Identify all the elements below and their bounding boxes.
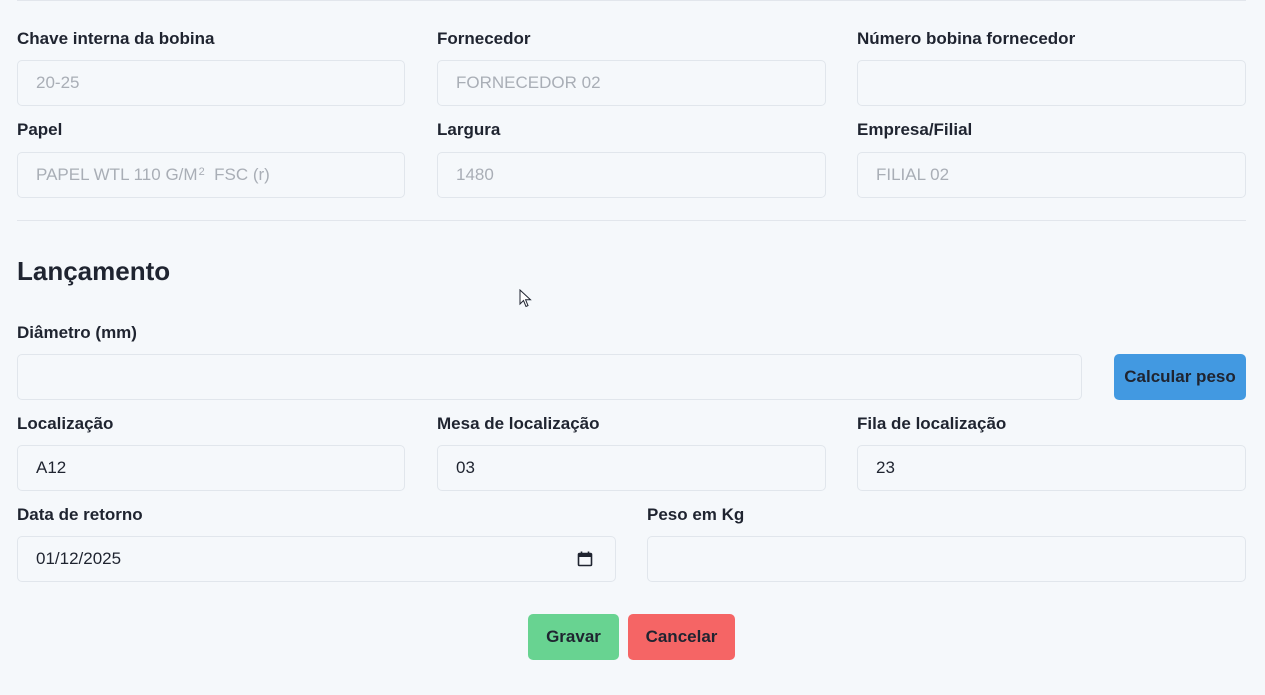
papel-label: Papel xyxy=(17,120,63,139)
diametro-input[interactable] xyxy=(17,354,1082,400)
numero-bobina-label: Número bobina fornecedor xyxy=(857,29,1076,48)
fornecedor-label: Fornecedor xyxy=(437,29,531,48)
localizacao-label: Localização xyxy=(17,414,114,433)
data-retorno-value: 01/12/2025 xyxy=(36,549,122,568)
diametro-label: Diâmetro (mm) xyxy=(17,323,137,342)
empresa-filial-field: FILIAL 02 xyxy=(857,152,1246,198)
largura-value: 1480 xyxy=(456,165,494,184)
data-retorno-input[interactable]: 01/12/2025 xyxy=(17,536,616,582)
lancamento-title: Lançamento xyxy=(17,256,171,286)
papel-value-suffix: FSC (r) xyxy=(204,165,270,184)
localizacao-value: A12 xyxy=(36,458,67,477)
mesa-input[interactable]: 03 xyxy=(437,445,826,491)
empresa-filial-label: Empresa/Filial xyxy=(857,120,973,139)
papel-value: PAPEL WTL 110 G/M xyxy=(36,165,198,184)
peso-input[interactable] xyxy=(647,536,1246,582)
calcular-peso-button[interactable]: Calcular peso xyxy=(1114,354,1246,400)
fila-label: Fila de localização xyxy=(857,414,1007,433)
peso-label: Peso em Kg xyxy=(647,505,745,524)
localizacao-input[interactable]: A12 xyxy=(17,445,405,491)
gravar-button[interactable]: Gravar xyxy=(528,614,619,660)
data-retorno-label: Data de retorno xyxy=(17,505,143,524)
fornecedor-value: FORNECEDOR 02 xyxy=(456,73,601,92)
empresa-filial-value: FILIAL 02 xyxy=(876,165,950,184)
mesa-label: Mesa de localização xyxy=(437,414,600,433)
papel-field: PAPEL WTL 110 G/M 2 FSC (r) xyxy=(17,152,405,198)
chave-interna-label: Chave interna da bobina xyxy=(17,29,215,48)
cancelar-button[interactable]: Cancelar xyxy=(628,614,735,660)
largura-field: 1480 xyxy=(437,152,826,198)
chave-interna-field: 20-25 xyxy=(17,60,405,106)
fornecedor-field: FORNECEDOR 02 xyxy=(437,60,826,106)
section-divider xyxy=(17,220,1246,221)
top-divider xyxy=(17,0,1246,1)
papel-value-sup: 2 xyxy=(198,166,205,178)
calendar-icon[interactable] xyxy=(577,551,593,567)
fila-input[interactable]: 23 xyxy=(857,445,1246,491)
fila-value: 23 xyxy=(876,458,895,477)
largura-label: Largura xyxy=(437,120,501,139)
mouse-cursor-icon xyxy=(519,289,532,308)
chave-interna-value: 20-25 xyxy=(36,73,80,92)
mesa-value: 03 xyxy=(456,458,475,477)
numero-bobina-field[interactable] xyxy=(857,60,1246,106)
